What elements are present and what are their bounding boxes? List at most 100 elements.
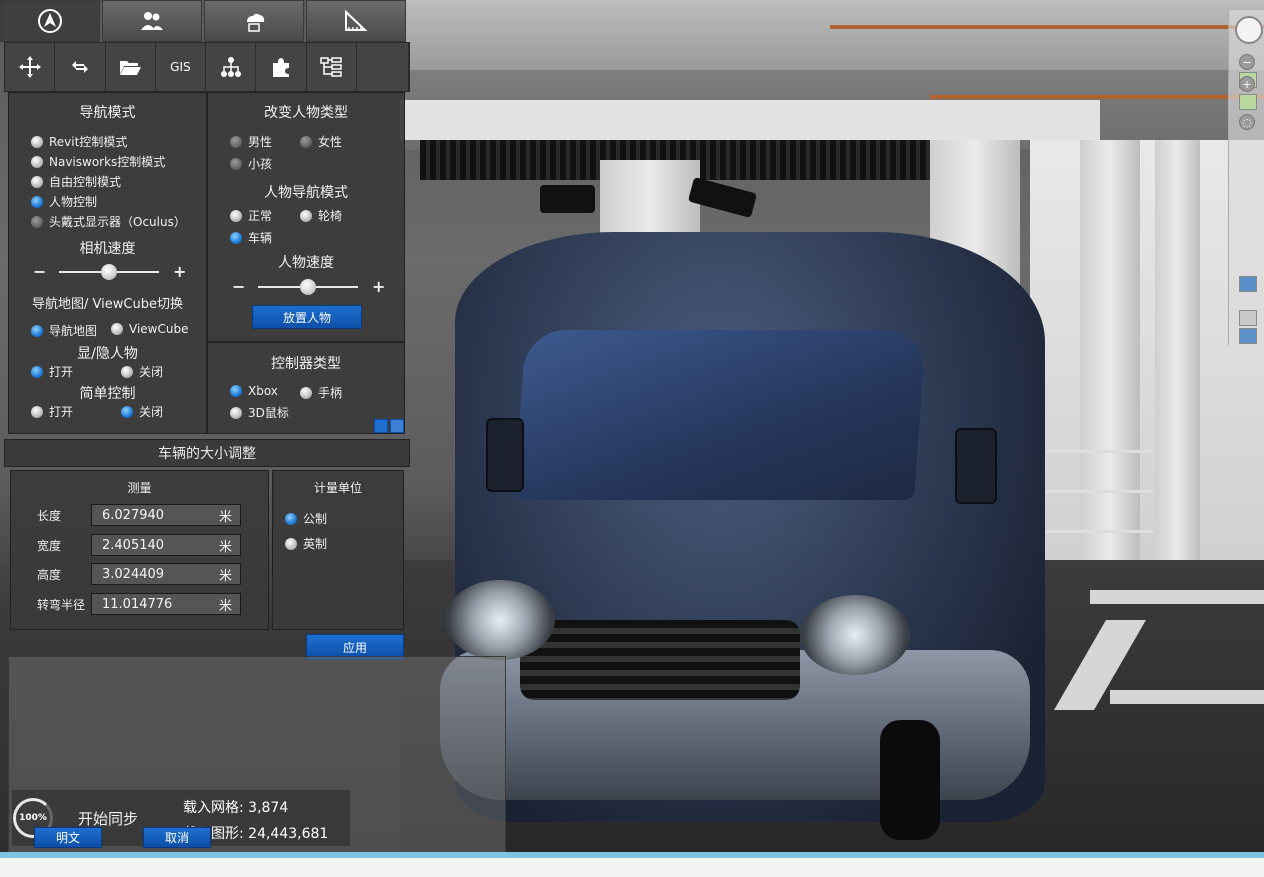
minus-icon[interactable]: − [232,277,245,296]
bottom-strip [0,852,1264,858]
tab-measure[interactable] [306,0,406,42]
radio-icon [285,537,297,550]
slider-knob[interactable] [300,279,316,295]
swap-tool[interactable] [55,43,106,91]
mesh-loaded-text: 载入网格: 3,874 [183,800,289,816]
tree-icon [320,57,342,77]
map-toggle-title: 导航地图/ ViewCube切换 [32,297,183,312]
map-option-viewcube[interactable]: ViewCube [111,322,188,336]
place-person-button[interactable]: 放置人物 [252,305,362,329]
turning-radius-field[interactable]: 11.014776 米 [91,593,241,615]
option-label: 自由控制模式 [49,175,122,189]
nav-mode-oculus[interactable]: 头戴式显示器（Oculus） [31,213,186,230]
bottom-status-bar [0,852,1264,877]
controller-type-panel: 控制器类型 Xbox 手柄 3D鼠标 [207,342,405,434]
radio-icon [31,175,43,188]
select-icon[interactable] [1239,310,1257,326]
show-person-off[interactable]: 关闭 [121,363,163,380]
simple-control-on[interactable]: 打开 [31,403,73,420]
tree-tool[interactable] [306,43,357,91]
person-type-panel: 改变人物类型 男性 女性 小孩 人物导航模式 正常 轮椅 车辆 人物速度 − +… [207,92,405,342]
show-person-on[interactable]: 打开 [31,363,73,380]
rail [930,95,1264,99]
person-type-child[interactable]: 小孩 [230,155,272,172]
plus-icon[interactable]: + [173,262,186,281]
option-label: 导航地图 [49,324,98,338]
person-nav-wheelchair[interactable]: 轮椅 [300,207,342,224]
plaintext-button[interactable]: 明文 [34,827,102,848]
ceiling-beam [400,100,1100,140]
radio-icon [230,406,242,419]
pin-icon[interactable] [374,419,388,433]
radio-icon [121,365,133,378]
nav-mode-revit[interactable]: Revit控制模式 [31,133,127,150]
cancel-button[interactable]: 取消 [143,827,211,848]
camera-speed-slider[interactable]: − + [33,262,186,282]
radio-icon [111,323,123,335]
radio-icon [300,209,312,222]
unit-imperial[interactable]: 英制 [285,535,327,552]
show-hide-title: 显/隐人物 [77,346,138,362]
option-label: Navisworks控制模式 [49,155,166,169]
radio-icon [230,385,242,397]
plugin-tool[interactable] [256,43,307,91]
person-type-male[interactable]: 男性 [230,133,272,150]
option-label: 关闭 [139,365,164,379]
folder-icon [120,61,142,75]
map-option-navmap[interactable]: 导航地图 [31,322,97,339]
simple-control-off[interactable]: 关闭 [121,403,163,420]
controller-3dmouse[interactable]: 3D鼠标 [230,404,289,421]
ceiling-camera [540,185,595,213]
unit-metric[interactable]: 公制 [285,510,327,527]
radio-icon [31,155,43,168]
option-label: 3D鼠标 [248,406,289,420]
nav-mode-person[interactable]: 人物控制 [31,193,97,210]
layer-icon[interactable] [1239,94,1257,110]
person-speed-title: 人物速度 [278,255,334,271]
tab-navigation[interactable] [0,0,100,42]
width-field[interactable]: 2.405140 米 [91,534,241,556]
length-field[interactable]: 6.027940 米 [91,504,241,526]
unit-label: 米 [218,509,232,525]
tab-cloud[interactable] [204,0,304,42]
person-nav-normal[interactable]: 正常 [230,207,272,224]
vehicle-size-header: 车辆的大小调整 [4,439,410,467]
orbit-icon[interactable]: ◌ [1239,114,1255,130]
hierarchy-tool[interactable] [206,43,257,91]
turning-radius-value: 11.014776 [102,596,173,612]
ruler-icon [345,9,368,31]
fit-view-icon[interactable] [1239,276,1257,292]
van-mirror-right [955,428,997,504]
expand-icon[interactable] [390,419,404,433]
radio-icon [300,386,312,399]
radio-icon [31,405,43,418]
person-nav-title: 人物导航模式 [264,185,348,201]
zoom-in-icon[interactable]: + [1239,76,1255,92]
compass-icon[interactable] [1235,16,1263,44]
unit-label: 米 [218,539,232,555]
top-tab-bar [0,0,408,42]
minus-icon[interactable]: − [33,262,46,281]
height-field[interactable]: 3.024409 米 [91,563,241,585]
controller-gamepad[interactable]: 手柄 [300,384,342,401]
plus-icon[interactable]: + [372,277,385,296]
radio-icon [230,231,242,244]
van-headlight-right [800,595,910,675]
nav-mode-title: 导航模式 [79,105,136,121]
nav-mode-free[interactable]: 自由控制模式 [31,173,121,190]
tab-collaboration[interactable] [102,0,202,42]
person-nav-vehicle[interactable]: 车辆 [230,229,272,246]
slider-knob[interactable] [101,264,117,280]
height-value: 3.024409 [102,566,165,582]
width-row: 宽度 2.405140 米 [37,533,267,557]
person-speed-slider[interactable]: − + [232,277,385,297]
gis-tool[interactable]: GIS [155,43,206,91]
controller-xbox[interactable]: Xbox [230,384,278,398]
gis-label: GIS [170,60,191,74]
open-folder-tool[interactable] [105,43,156,91]
move-tool[interactable] [5,43,56,91]
nav-mode-navisworks[interactable]: Navisworks控制模式 [31,153,165,170]
person-type-female[interactable]: 女性 [300,133,342,150]
cursor-icon[interactable] [1239,328,1257,344]
zoom-out-icon[interactable]: − [1239,54,1255,70]
